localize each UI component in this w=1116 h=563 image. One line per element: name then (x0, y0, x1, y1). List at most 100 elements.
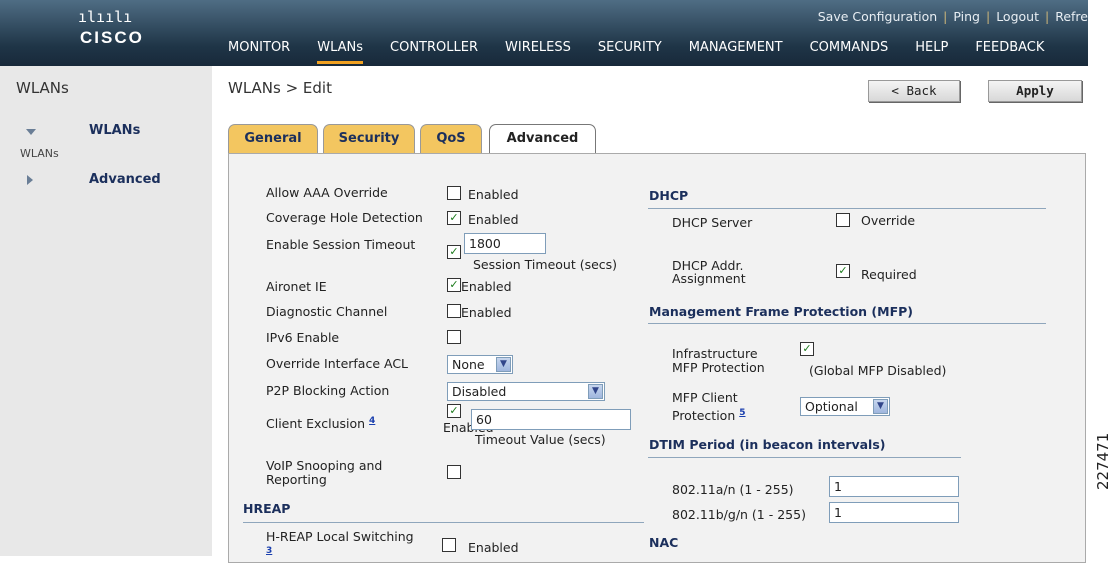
refresh-link[interactable]: Refre (1055, 9, 1088, 24)
cisco-logo: ılıılı CISCO (64, 10, 174, 48)
main-nav: MONITOR WLANs CONTROLLER WIRELESS SECURITY MA… (228, 38, 1071, 64)
dhcp-addr-required-text: Required (861, 267, 917, 282)
apply-button[interactable]: Apply (988, 80, 1082, 102)
hreap-local-switching-enabled-text: Enabled (468, 540, 519, 555)
expanded-triangle-icon (26, 129, 36, 135)
chevron-down-icon: ▼ (496, 357, 511, 372)
aironet-checkbox[interactable]: ✓ (447, 278, 461, 292)
client-exclusion-label: Client Exclusion 4 (266, 414, 375, 431)
back-button[interactable]: < Back (868, 80, 960, 102)
session-timeout-label: Enable Session Timeout (266, 237, 416, 252)
hreap-local-switching-checkbox[interactable] (442, 538, 456, 552)
nav-feedback[interactable]: FEEDBACK (975, 38, 1044, 64)
footnote-3-text: 3 (266, 546, 273, 556)
mfp-client-label-text: Protection (672, 408, 736, 424)
left-sidebar (0, 66, 212, 556)
tab-general[interactable]: General (228, 124, 318, 154)
p2p-select[interactable]: Disabled ▼ (447, 382, 605, 401)
dtim-divider (648, 457, 961, 458)
allow-aaa-checkbox[interactable] (447, 186, 461, 200)
coverage-hole-label: Coverage Hole Detection (266, 210, 423, 225)
mfp-client-label-line1: MFP Client (672, 390, 738, 405)
dhcp-header: DHCP (649, 188, 689, 203)
mfp-client-select[interactable]: Optional ▼ (800, 397, 890, 416)
mfp-infra-checkbox[interactable]: ✓ (800, 342, 814, 356)
mfp-infra-label-line1: Infrastructure (672, 346, 758, 361)
voip-label-line2: Reporting (266, 472, 327, 487)
chevron-down-icon: ▼ (873, 399, 888, 414)
nav-help[interactable]: HELP (915, 38, 948, 64)
allow-aaa-label: Allow AAA Override (266, 185, 388, 200)
nav-management[interactable]: MANAGEMENT (689, 38, 783, 64)
nav-controller[interactable]: CONTROLLER (390, 38, 478, 64)
dtim-a-label: 802.11a/n (1 - 255) (672, 482, 794, 497)
footnote-4-link[interactable]: 4 (369, 416, 375, 426)
mfp-header: Management Frame Protection (MFP) (649, 304, 913, 319)
nav-commands[interactable]: COMMANDS (810, 38, 889, 64)
top-header-bar: ılıılı CISCO Save Configuration | Ping | Log… (0, 0, 1088, 66)
override-acl-value: None (452, 357, 485, 372)
ping-link[interactable]: Ping (953, 9, 980, 24)
mfp-client-label-line2: Protection 5 (672, 406, 746, 423)
nav-security[interactable]: SECURITY (598, 38, 662, 64)
nav-monitor[interactable]: MONITOR (228, 38, 290, 64)
dhcp-addr-checkbox[interactable]: ✓ (836, 264, 850, 278)
ipv6-label: IPv6 Enable (266, 330, 340, 345)
dhcp-server-override-text: Override (861, 213, 916, 228)
client-exclusion-timeout-input[interactable]: 60 (471, 409, 631, 430)
override-acl-select[interactable]: None ▼ (447, 355, 513, 374)
dtim-b-input[interactable]: 1 (829, 502, 959, 523)
dhcp-divider (648, 208, 1046, 209)
page-title: WLANs > Edit (228, 79, 332, 97)
nav-wireless[interactable]: WIRELESS (505, 38, 571, 64)
chevron-down-icon: ▼ (588, 384, 603, 399)
dtim-header: DTIM Period (in beacon intervals) (649, 437, 886, 452)
mfp-infra-label-line2: MFP Protection (672, 360, 765, 375)
sidebar-subitem-wlans[interactable]: WLANs (20, 147, 59, 161)
save-configuration-link[interactable]: Save Configuration (818, 9, 937, 24)
nac-header: NAC (649, 535, 679, 550)
global-mfp-note: (Global MFP Disabled) (809, 363, 947, 378)
ipv6-checkbox[interactable] (447, 330, 461, 344)
sidebar-title: WLANs (16, 79, 69, 97)
footnote-3-link[interactable]: 3 (266, 544, 272, 561)
sidebar-item-wlans[interactable]: WLANs (89, 123, 140, 138)
tab-qos[interactable]: QoS (420, 124, 482, 154)
hreap-divider (243, 522, 644, 523)
client-exclusion-hint: Timeout Value (secs) (475, 432, 606, 447)
mfp-client-value: Optional (805, 399, 858, 414)
p2p-label: P2P Blocking Action (266, 383, 390, 398)
aironet-label: Aironet IE (266, 279, 327, 294)
coverage-hole-checkbox[interactable]: ✓ (447, 211, 461, 225)
dhcp-server-checkbox[interactable] (836, 213, 850, 227)
session-timeout-checkbox[interactable]: ✓ (447, 245, 461, 259)
sidebar-item-advanced[interactable]: Advanced (89, 172, 161, 187)
tab-security[interactable]: Security (323, 124, 415, 154)
hreap-header: HREAP (243, 501, 291, 516)
dtim-b-label: 802.11b/g/n (1 - 255) (672, 507, 806, 522)
voip-checkbox[interactable] (447, 465, 461, 479)
nav-wlans[interactable]: WLANs (317, 38, 364, 64)
diagnostic-channel-checkbox[interactable] (447, 304, 461, 318)
utility-links: Save Configuration | Ping | Logout | Refre (817, 9, 1088, 24)
collapsed-triangle-icon (27, 175, 33, 185)
client-exclusion-label-text: Client Exclusion (266, 416, 366, 432)
allow-aaa-enabled-text: Enabled (468, 187, 519, 202)
session-timeout-input[interactable]: 1800 (464, 233, 546, 254)
mfp-divider (648, 323, 1046, 324)
dtim-a-input[interactable]: 1 (829, 476, 959, 497)
override-acl-label: Override Interface ACL (266, 356, 409, 371)
coverage-hole-enabled-text: Enabled (468, 212, 519, 227)
figure-id: 227471 (1094, 432, 1112, 490)
logout-link[interactable]: Logout (996, 9, 1039, 24)
diagnostic-channel-label: Diagnostic Channel (266, 304, 388, 319)
session-timeout-hint: Session Timeout (secs) (473, 257, 618, 272)
aironet-enabled-text: Enabled (461, 279, 512, 294)
tab-advanced[interactable]: Advanced (489, 124, 596, 156)
footnote-5-link[interactable]: 5 (739, 408, 745, 418)
cisco-wordmark: CISCO (80, 28, 144, 47)
diagnostic-channel-enabled-text: Enabled (461, 305, 512, 320)
voip-label-line1: VoIP Snooping and (266, 458, 383, 473)
client-exclusion-checkbox[interactable]: ✓ (447, 404, 461, 418)
p2p-value: Disabled (452, 384, 507, 399)
